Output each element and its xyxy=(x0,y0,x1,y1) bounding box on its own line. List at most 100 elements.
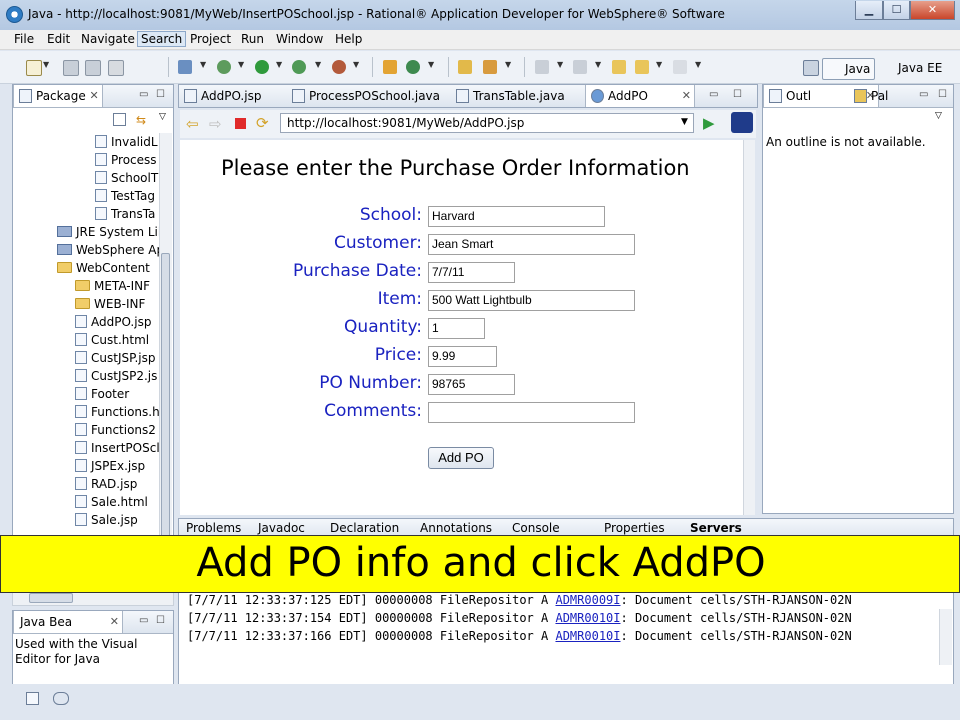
tree-item[interactable]: TestTag xyxy=(95,187,155,205)
tree-item[interactable]: SchoolT xyxy=(95,169,158,187)
package-hscrollbar-thumb[interactable] xyxy=(29,593,73,603)
menu-navigate[interactable]: Navigate xyxy=(78,32,138,46)
print-icon[interactable] xyxy=(108,60,124,76)
page-scrollbar[interactable] xyxy=(743,140,755,515)
menu-file[interactable]: File xyxy=(11,32,37,46)
collapse-all-icon[interactable] xyxy=(113,113,126,126)
tree-item[interactable]: CustJSP2.js xyxy=(75,367,157,385)
menu-search[interactable]: Search xyxy=(137,31,187,47)
tree-item[interactable]: Cust.html xyxy=(75,331,149,349)
console-scrollbar[interactable] xyxy=(939,609,952,665)
url-input[interactable]: http://localhost:9081/MyWeb/AddPO.jsp xyxy=(280,113,694,133)
minimize-view-icon[interactable]: ▭ xyxy=(709,89,718,100)
bottom-tab[interactable]: Javadoc xyxy=(258,521,305,535)
bottom-tab[interactable]: Properties xyxy=(604,521,665,535)
tree-item[interactable]: Process xyxy=(95,151,157,169)
tree-item[interactable]: AddPO.jsp xyxy=(75,313,151,331)
forward-icon[interactable] xyxy=(673,60,687,74)
close-button[interactable]: ✕ xyxy=(910,1,955,20)
chevron-down-icon[interactable]: ▼ xyxy=(238,60,244,69)
tab-javabeans[interactable]: Java Bea ✕ xyxy=(13,611,123,633)
tree-item[interactable]: META-INF xyxy=(75,277,150,295)
tree-item[interactable]: Functions.h xyxy=(75,403,160,421)
minimize-view-icon[interactable]: ▭ xyxy=(139,89,148,100)
open-type-icon[interactable] xyxy=(458,60,472,74)
tree-item[interactable]: WebContent xyxy=(57,259,150,277)
new-package-icon[interactable] xyxy=(383,60,397,74)
view-menu-icon[interactable]: ▽ xyxy=(159,112,166,122)
next-annotation-icon[interactable] xyxy=(535,60,549,74)
bottom-tab[interactable]: Declaration xyxy=(330,521,399,535)
chevron-down-icon[interactable]: ▼ xyxy=(428,60,434,69)
menu-help[interactable]: Help xyxy=(332,32,365,46)
open-perspective-icon[interactable] xyxy=(803,60,819,76)
bottom-tab[interactable]: Annotations xyxy=(420,521,492,535)
chevron-down-icon[interactable]: ▼ xyxy=(276,60,282,69)
tree-item[interactable]: Sale.jsp xyxy=(75,511,138,529)
field-input[interactable]: 98765 xyxy=(428,374,515,395)
url-dropdown-icon[interactable]: ▼ xyxy=(681,117,688,127)
profile-icon[interactable] xyxy=(332,60,346,74)
field-input[interactable]: 9.99 xyxy=(428,346,497,367)
maximize-view-icon[interactable]: ☐ xyxy=(733,89,742,100)
chevron-down-icon[interactable]: ▼ xyxy=(695,60,701,69)
field-input[interactable]: 500 Watt Lightbulb xyxy=(428,290,635,311)
tab-package-explorer[interactable]: Package ✕ xyxy=(13,85,103,107)
save-all-icon[interactable] xyxy=(85,60,101,76)
minimize-button[interactable]: ▁ xyxy=(855,1,883,20)
menu-run[interactable]: Run xyxy=(238,32,267,46)
glasses-icon[interactable] xyxy=(53,692,69,705)
close-icon[interactable]: ✕ xyxy=(90,85,99,107)
debug-icon[interactable] xyxy=(217,60,231,74)
stop-icon[interactable] xyxy=(235,118,246,129)
tree-item[interactable]: InvalidL xyxy=(95,133,158,151)
server-icon[interactable] xyxy=(178,60,192,74)
chevron-down-icon[interactable]: ▼ xyxy=(557,60,563,69)
chevron-down-icon[interactable]: ▼ xyxy=(353,60,359,69)
tree-item[interactable]: Sale.html xyxy=(75,493,148,511)
minimize-view-icon[interactable]: ▭ xyxy=(139,615,148,626)
package-scrollbar[interactable] xyxy=(159,133,172,593)
maximize-button[interactable]: ☐ xyxy=(883,1,910,20)
tree-item[interactable]: JRE System Lib xyxy=(57,223,165,241)
console-link[interactable]: ADMR0010I xyxy=(555,611,620,625)
maximize-view-icon[interactable]: ☐ xyxy=(156,89,165,100)
chevron-down-icon[interactable]: ▼ xyxy=(595,60,601,69)
go-icon[interactable]: ▶ xyxy=(703,114,715,132)
back-icon[interactable] xyxy=(635,60,649,74)
new-icon[interactable] xyxy=(26,60,42,76)
menu-project[interactable]: Project xyxy=(187,32,234,46)
bottom-tab[interactable]: Console xyxy=(512,521,560,535)
chevron-down-icon[interactable]: ▼ xyxy=(43,60,49,69)
link-editor-icon[interactable]: ⇆ xyxy=(136,113,146,127)
run-icon[interactable] xyxy=(255,60,269,74)
field-input[interactable] xyxy=(428,402,635,423)
save-icon[interactable] xyxy=(63,60,79,76)
chevron-down-icon[interactable]: ▼ xyxy=(315,60,321,69)
maximize-view-icon[interactable]: ☐ xyxy=(156,615,165,626)
package-scrollbar-thumb[interactable] xyxy=(161,253,170,543)
tree-item[interactable]: TransTa xyxy=(95,205,155,223)
tree-item[interactable]: Footer xyxy=(75,385,129,403)
view-menu-icon[interactable]: ▽ xyxy=(935,111,942,121)
field-input[interactable]: 1 xyxy=(428,318,485,339)
chevron-down-icon[interactable]: ▼ xyxy=(656,60,662,69)
bottom-tab[interactable]: Problems xyxy=(186,521,241,535)
fast-view-icon[interactable] xyxy=(26,692,39,705)
add-po-button[interactable]: Add PO xyxy=(428,447,494,469)
minimize-view-icon[interactable]: ▭ xyxy=(919,89,928,100)
tree-item[interactable]: RAD.jsp xyxy=(75,475,137,493)
menu-edit[interactable]: Edit xyxy=(44,32,73,46)
perspective-java[interactable]: Java xyxy=(822,58,876,80)
tree-item[interactable]: InsertPOScl xyxy=(75,439,160,457)
new-class-icon[interactable] xyxy=(406,60,420,74)
tree-item[interactable]: CustJSP.jsp xyxy=(75,349,155,367)
perspective-javaee[interactable]: Java EE xyxy=(876,58,946,78)
close-icon[interactable]: ✕ xyxy=(682,85,691,107)
forward-arrow-icon[interactable]: ⇨ xyxy=(209,115,222,133)
last-edit-icon[interactable] xyxy=(612,60,626,74)
field-input[interactable]: 7/7/11 xyxy=(428,262,515,283)
tree-item[interactable]: WebSphere Ap xyxy=(57,241,164,259)
refresh-icon[interactable]: ⟳ xyxy=(256,114,269,132)
field-input[interactable]: Jean Smart xyxy=(428,234,635,255)
